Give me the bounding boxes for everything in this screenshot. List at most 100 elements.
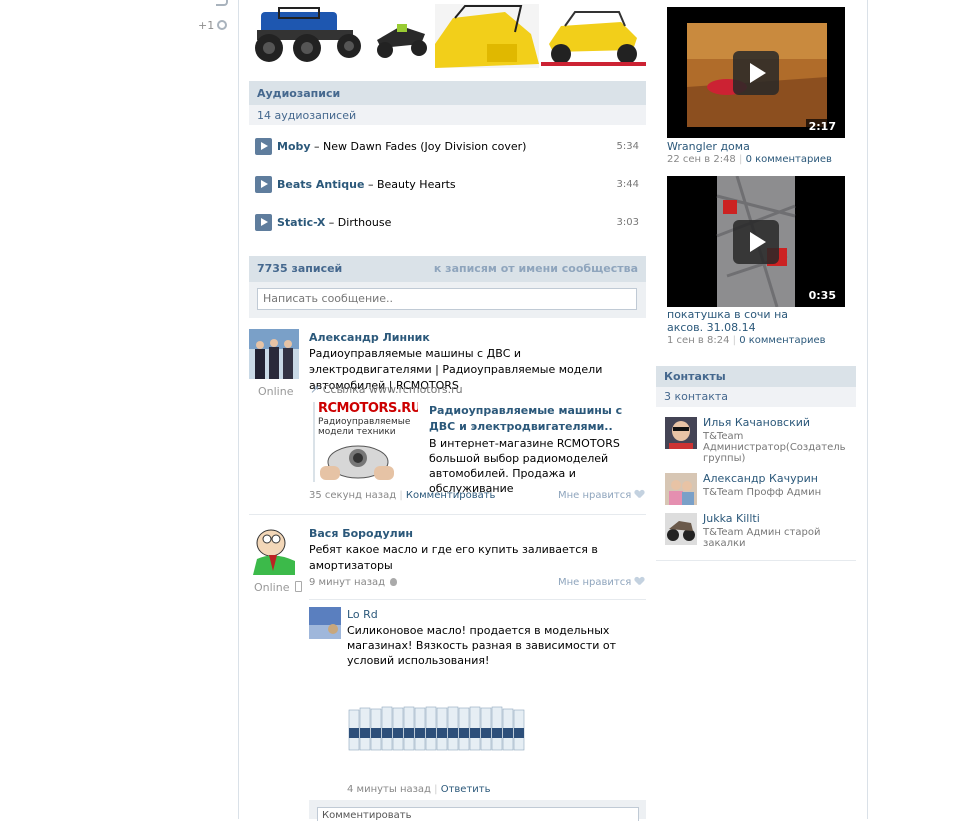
video-duration: 0:35 (805, 288, 839, 303)
audio-track[interactable]: Moby – New Dawn Fades (Joy Division cove… (249, 135, 646, 159)
comment-composer: Комментировать (309, 800, 646, 821)
mobile-icon (294, 581, 302, 592)
contacts-count-label: 3 контакта (664, 390, 729, 403)
video-title[interactable]: Wrangler дома (667, 140, 750, 153)
contact-name[interactable]: Jukka Killti (703, 512, 760, 525)
video-play-icon[interactable] (733, 51, 779, 95)
photo-thumbnail-2[interactable] (371, 4, 433, 68)
avatar[interactable] (249, 329, 299, 379)
plus-one-control[interactable]: +1 (198, 19, 228, 32)
contact-name[interactable]: Александр Качурин (703, 472, 818, 485)
contact-avatar[interactable] (665, 513, 697, 545)
rcmotors-logo-subtitle: Радиоуправляемые модели техники (318, 417, 411, 437)
reply-arrow-icon[interactable] (216, 0, 228, 6)
post-meta: 9 минут назад (309, 577, 398, 588)
video-date: 22 сен в 2:48 (667, 154, 736, 165)
post-divider (249, 514, 646, 515)
audio-section-header[interactable]: Аудиозаписи (249, 81, 646, 105)
track-title: Static-X – Dirthouse (277, 216, 391, 229)
like-label: Мне нравится (558, 490, 632, 501)
reply-divider (309, 599, 646, 600)
reply-meta: 4 минуты назад | Ответить (347, 784, 491, 795)
track-title: Beats Antique – Beauty Hearts (277, 178, 456, 191)
link-arrow-icon: ↗ (310, 383, 320, 396)
reply-attached-photo[interactable] (347, 700, 529, 752)
contact-role: T&Team Админ старой закалки (703, 527, 821, 549)
video-title[interactable]: покатушка в сочи на аксов. 31.08.14 (667, 308, 817, 334)
track-song: – New Dawn Fades (Joy Division cover) (310, 140, 527, 153)
online-status: Online (258, 385, 294, 398)
post-link-row[interactable]: ↗ Ссылка www.rcmotors.ru (310, 383, 463, 396)
track-artist[interactable]: Moby (277, 140, 311, 153)
contact-role: T&Team Администратор(Создатель группы) (703, 431, 846, 464)
video-comments-link[interactable]: 0 комментариев (746, 154, 832, 165)
post-link-label[interactable]: Ссылка www.rcmotors.ru (323, 383, 463, 396)
apple-icon (390, 578, 398, 586)
photo-strip (249, 4, 646, 68)
post-meta: 35 секунд назад | Комментировать (309, 490, 496, 501)
audio-count[interactable]: 14 аудиозаписей (249, 105, 646, 125)
online-status: Online (254, 581, 302, 594)
reply-link[interactable]: Ответить (441, 784, 491, 795)
post-time[interactable]: 9 минут назад (309, 577, 385, 588)
audio-section-title: Аудиозаписи (257, 87, 341, 100)
video-play-icon[interactable] (733, 220, 779, 264)
track-duration: 3:03 (616, 217, 639, 228)
gear-icon[interactable] (217, 20, 228, 30)
like-label: Мне нравится (558, 577, 632, 588)
audio-track[interactable]: Beats Antique – Beauty Hearts 3:44 (249, 173, 646, 197)
reply-time[interactable]: 4 минуты назад (347, 784, 431, 795)
track-duration: 5:34 (616, 141, 639, 152)
link-preview-image[interactable]: RCMOTORS.RU Радиоуправляемые модели техн… (318, 402, 418, 482)
like-button[interactable]: Мне нравится (558, 577, 644, 588)
heart-icon (635, 577, 644, 585)
comment-link[interactable]: Комментировать (406, 490, 496, 501)
contacts-count[interactable]: 3 контакта (656, 387, 856, 407)
video-thumbnail[interactable]: 2:17 (667, 7, 845, 138)
photo-thumbnail-3[interactable] (435, 4, 539, 68)
contacts-title: Контакты (664, 370, 726, 383)
rcmotors-logo: RCMOTORS.RU (318, 402, 418, 416)
post-author[interactable]: Александр Линник (309, 331, 430, 344)
reply-author[interactable]: Lo Rd (347, 608, 378, 621)
like-button[interactable]: Мне нравится (558, 490, 644, 501)
avatar[interactable] (309, 607, 341, 639)
track-artist[interactable]: Static-X (277, 216, 325, 229)
online-status-label: Online (254, 581, 290, 594)
audio-count-label: 14 аудиозаписей (257, 109, 357, 122)
link-quote-bar (313, 402, 315, 482)
photo-thumbnail-4[interactable] (541, 4, 646, 68)
community-posts-link[interactable]: к записям от имени сообщества (434, 262, 638, 275)
contact-name[interactable]: Илья Качановский (703, 416, 810, 429)
heart-icon (635, 490, 644, 498)
play-icon[interactable] (255, 214, 272, 231)
video-thumbnail[interactable]: 0:35 (667, 176, 845, 307)
contact-avatar[interactable] (665, 417, 697, 449)
contact-role: T&Team Профф Админ (703, 487, 822, 498)
audio-track[interactable]: Static-X – Dirthouse 3:03 (249, 211, 646, 235)
link-title[interactable]: Радиоуправляемые машины с ДВС и электрод… (429, 403, 643, 435)
avatar[interactable] (249, 525, 299, 575)
track-title: Moby – New Dawn Fades (Joy Division cove… (277, 140, 526, 153)
play-icon[interactable] (255, 176, 272, 193)
contacts-header[interactable]: Контакты (656, 366, 856, 387)
video-comments-link[interactable]: 0 комментариев (739, 335, 825, 346)
video-meta: 22 сен в 2:48 | 0 комментариев (667, 154, 832, 165)
contacts-divider (656, 560, 856, 561)
plus-one-label: +1 (198, 19, 215, 32)
post-time[interactable]: 35 секунд назад (309, 490, 396, 501)
track-song: – Beauty Hearts (364, 178, 456, 191)
play-icon[interactable] (255, 138, 272, 155)
reply-text: Силиконовое масло! продается в модельных… (347, 624, 617, 667)
transmitter-image (320, 445, 394, 480)
photo-thumbnail-1[interactable] (249, 4, 369, 68)
wall-post-count[interactable]: 7735 записей (257, 262, 342, 275)
contact-avatar[interactable] (665, 473, 697, 505)
wall-header: 7735 записей к записям от имени сообщест… (249, 256, 646, 282)
wall-message-input[interactable]: Написать сообщение.. (257, 288, 637, 310)
track-duration: 3:44 (616, 179, 639, 190)
track-artist[interactable]: Beats Antique (277, 178, 364, 191)
link-description: В интернет-магазине RCMOTORS большой выб… (429, 437, 620, 495)
post-author[interactable]: Вася Бородулин (309, 527, 413, 540)
video-date: 1 сен в 8:24 (667, 335, 730, 346)
